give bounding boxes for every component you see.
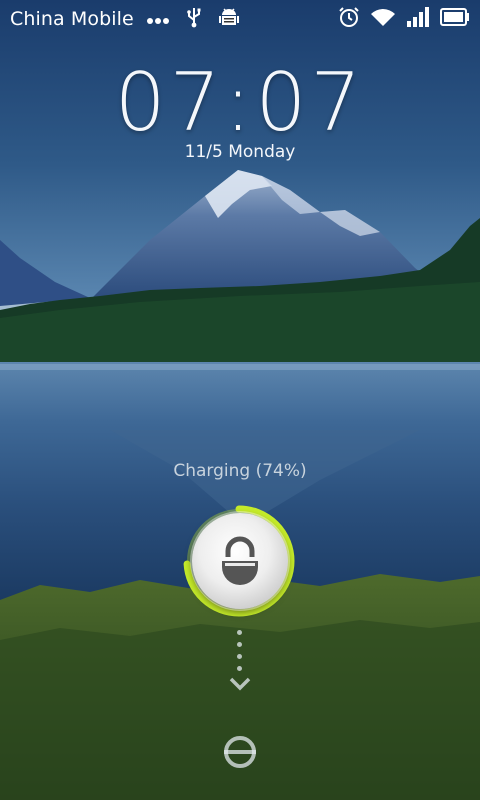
clock-date: 11/5 Monday <box>184 142 296 162</box>
unlock-handle[interactable] <box>192 513 288 609</box>
signal-icon <box>406 7 430 31</box>
unlock-icon[interactable] <box>222 734 258 774</box>
status-bar: China Mobile <box>0 0 480 38</box>
chevron-down-icon <box>228 676 252 696</box>
android-debug-icon <box>218 6 240 32</box>
more-dots-icon <box>146 10 170 29</box>
alarm-icon <box>338 6 360 32</box>
usb-icon <box>186 6 202 32</box>
swipe-hint-dots <box>235 630 245 671</box>
carrier-name: China Mobile <box>10 8 134 30</box>
clock-time: 07:07 <box>114 56 366 149</box>
wifi-icon <box>370 7 396 31</box>
battery-icon <box>440 8 470 30</box>
lock-icon <box>216 535 264 589</box>
charging-status: Charging (74%) <box>173 461 307 481</box>
